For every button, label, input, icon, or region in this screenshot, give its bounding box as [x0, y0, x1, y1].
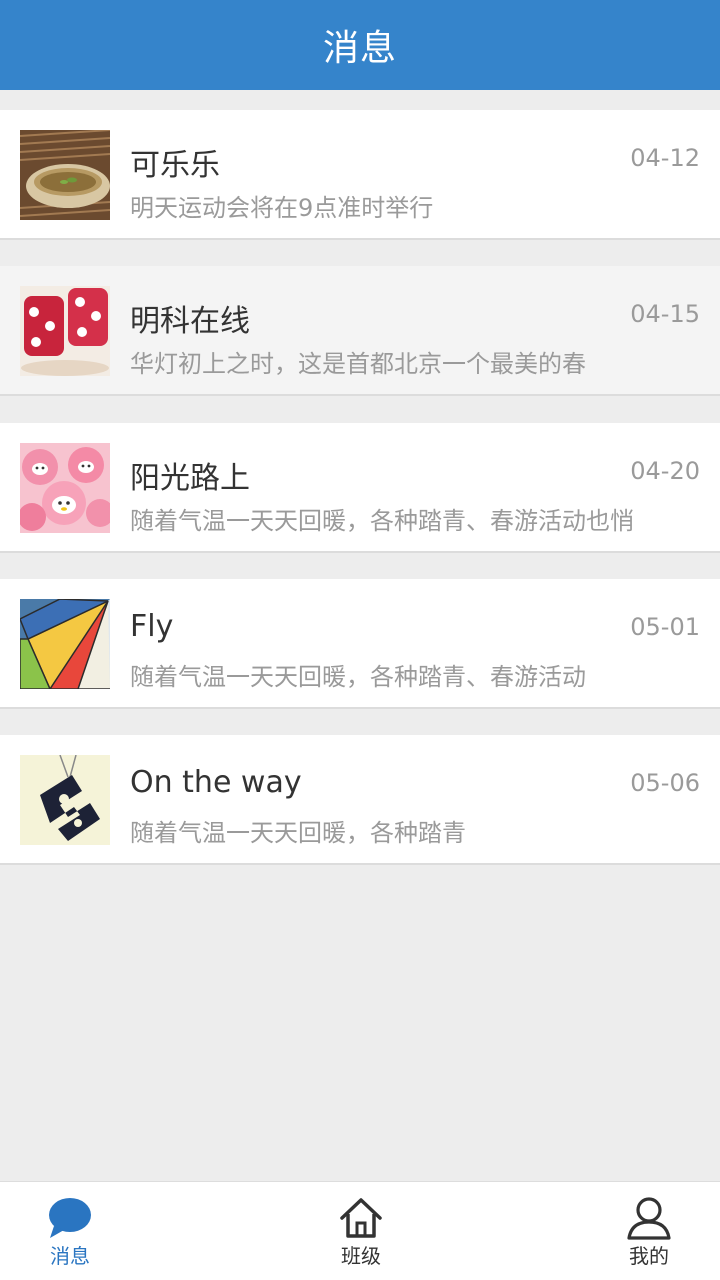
polka-dot-cups-thumbnail	[20, 286, 110, 376]
person-icon	[627, 1196, 671, 1240]
message-preview: 随着气温一天天回暖，各种踏青	[130, 819, 466, 847]
message-title: 阳光路上	[130, 461, 250, 496]
parachute-thumbnail	[20, 599, 110, 689]
message-row[interactable]: 明科在线 华灯初上之时，这是首都北京一个最美的春 04-15	[0, 266, 720, 396]
home-icon	[339, 1196, 383, 1240]
message-date: 04-20	[630, 457, 700, 485]
message-preview: 明天运动会将在9点准时举行	[130, 194, 434, 222]
message-row[interactable]: 阳光路上 随着气温一天天回暖，各种踏青、春游活动也悄 04-20	[0, 423, 720, 553]
tea-cup-thumbnail	[20, 130, 110, 220]
message-row[interactable]: On the way 随着气温一天天回暖，各种踏青 05-06	[0, 735, 720, 865]
message-date: 04-12	[630, 144, 700, 172]
message-preview: 随着气温一天天回暖，各种踏青、春游活动也悄	[130, 507, 634, 535]
message-date: 05-01	[630, 613, 700, 641]
message-date: 05-06	[630, 769, 700, 797]
top-header: 消息	[0, 0, 720, 90]
page-title: 消息	[322, 28, 397, 69]
bottom-tab-bar: 消息 班级 我的	[0, 1181, 720, 1280]
tab-label: 消息	[50, 1244, 90, 1268]
message-date: 04-15	[630, 300, 700, 328]
message-title: 可乐乐	[130, 148, 220, 183]
tab-label: 班级	[341, 1244, 381, 1268]
message-preview: 华灯初上之时，这是首都北京一个最美的春	[130, 350, 586, 378]
message-row[interactable]: Fly 随着气温一天天回暖，各种踏青、春游活动 05-01	[0, 579, 720, 709]
pink-candy-thumbnail	[20, 443, 110, 533]
message-title: On the way	[130, 765, 302, 800]
tab-label: 我的	[629, 1244, 669, 1268]
message-preview: 随着气温一天天回暖，各种踏青、春游活动	[130, 663, 586, 691]
message-title: 明科在线	[130, 304, 250, 339]
tab-class[interactable]: 班级	[301, 1182, 421, 1280]
pendant-thumbnail	[20, 755, 110, 845]
tab-messages[interactable]: 消息	[10, 1182, 130, 1280]
chat-bubble-icon	[48, 1196, 92, 1240]
message-row[interactable]: 可乐乐 明天运动会将在9点准时举行 04-12	[0, 110, 720, 240]
tab-me[interactable]: 我的	[589, 1182, 709, 1280]
message-title: Fly	[130, 609, 174, 644]
